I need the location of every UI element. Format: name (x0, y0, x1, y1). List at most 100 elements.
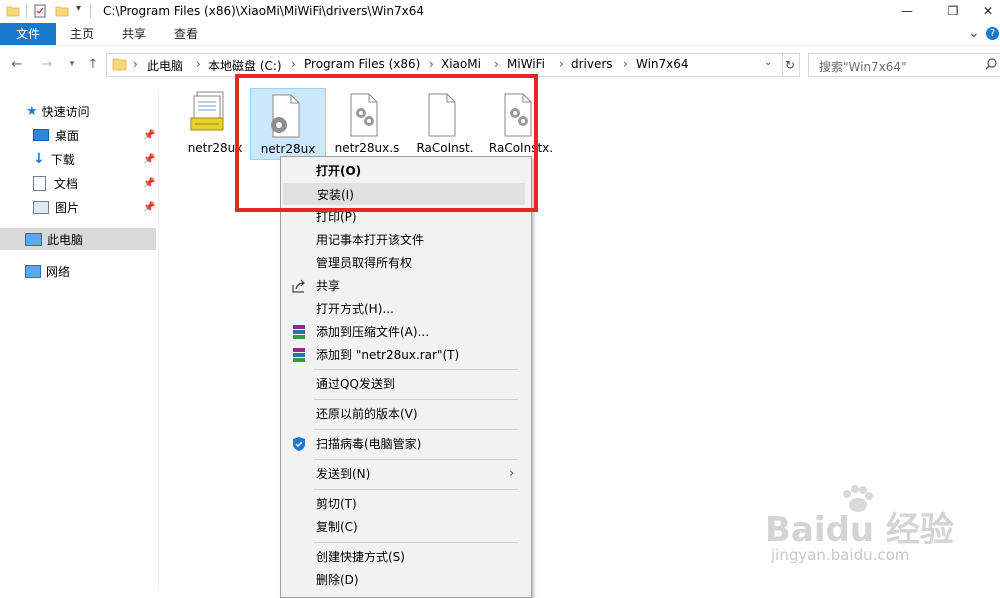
menu-add-rar-label: 添加到 "netr28ux.rar"(T) (316, 348, 460, 362)
pictures-icon (33, 200, 49, 214)
breadcrumb-separator: › (559, 57, 564, 71)
new-folder-icon[interactable] (55, 4, 69, 18)
menu-separator (314, 429, 518, 430)
minimize-button[interactable]: — (884, 0, 930, 22)
nav-network[interactable]: 网络 (25, 260, 70, 282)
nav-downloads-label: 下载 (50, 152, 75, 167)
nav-pictures[interactable]: 图片 (33, 196, 79, 218)
nav-desktop-label: 桌面 (55, 128, 80, 143)
menu-separator (314, 489, 518, 490)
nav-pictures-label: 图片 (55, 200, 80, 215)
menu-restore-label: 还原以前的版本(V) (316, 407, 418, 421)
menu-share-label: 共享 (316, 279, 341, 293)
menu-send-to[interactable]: 发送到(N) › (283, 463, 525, 485)
nav-documents-label: 文档 (54, 176, 79, 191)
menu-copy-label: 复制(C) (316, 520, 358, 534)
help-icon[interactable]: ? (986, 27, 999, 40)
breadcrumb-this-pc[interactable]: 此电脑 (147, 57, 183, 74)
breadcrumb-separator: › (196, 57, 201, 71)
menu-send-qq-label: 通过QQ发送到 (316, 377, 395, 391)
menu-take-ownership[interactable]: 管理员取得所有权 (283, 252, 525, 274)
up-arrow-icon[interactable]: ↑ (84, 55, 102, 73)
share-icon (292, 279, 305, 293)
back-arrow-icon[interactable]: ← (8, 55, 26, 73)
divider (26, 4, 27, 18)
menu-open-with-label: 打开方式(H)... (316, 302, 394, 316)
menu-add-to-rar[interactable]: 添加到 "netr28ux.rar"(T) (283, 344, 525, 366)
desktop-icon (33, 129, 49, 141)
nav-quick-access[interactable]: ★ 快速访问 (26, 100, 90, 122)
shield-icon (293, 437, 305, 451)
menu-copy[interactable]: 复制(C) (283, 516, 525, 538)
breadcrumb-win7x64[interactable]: Win7x64 (636, 57, 689, 71)
menu-share[interactable]: 共享 (283, 275, 525, 297)
breadcrumb-local-disk[interactable]: 本地磁盘 (C:) (208, 57, 282, 74)
nav-this-pc[interactable]: 此电脑 (0, 228, 156, 250)
submenu-arrow-icon: › (509, 466, 515, 481)
menu-create-shortcut[interactable]: 创建快捷方式(S) (283, 546, 525, 568)
window-title: C:\Program Files (x86)\XiaoMi\MiWiFi\dri… (103, 4, 424, 18)
menu-separator (314, 459, 518, 460)
menu-separator (314, 399, 518, 400)
menu-scan-label: 扫描病毒(电脑管家) (316, 437, 422, 451)
network-icon (25, 264, 41, 278)
menu-send-via-qq[interactable]: 通过QQ发送到 (283, 373, 525, 395)
tab-view[interactable]: 查看 (164, 23, 208, 45)
title-bar: ▾ C:\Program Files (x86)\XiaoMi\MiWiFi\d… (0, 0, 1000, 23)
menu-separator (314, 542, 518, 543)
close-button[interactable]: ✕ (976, 0, 1000, 22)
forward-arrow-icon[interactable]: → (38, 55, 56, 73)
pin-icon[interactable]: 📌 (143, 202, 155, 213)
menu-delete-label: 删除(D) (316, 573, 359, 587)
tab-file[interactable]: 文件 (0, 23, 56, 45)
address-dropdown-icon[interactable]: ⌄ (764, 57, 772, 68)
menu-delete[interactable]: 删除(D) (283, 569, 525, 591)
pin-icon[interactable]: 📌 (143, 130, 155, 141)
menu-open-with-notepad[interactable]: 用记事本打开该文件 (283, 229, 525, 251)
breadcrumb-drivers[interactable]: drivers (571, 57, 613, 71)
watermark-url: jingyan.baidu.com (771, 546, 910, 564)
divider (90, 4, 91, 18)
maximize-button[interactable]: ❐ (930, 0, 976, 22)
watermark-brand: Baidu 经验 (765, 510, 954, 550)
tab-share[interactable]: 共享 (112, 23, 156, 45)
menu-cut-label: 剪切(T) (316, 497, 357, 511)
winrar-icon (293, 325, 305, 339)
navigation-pane: ★ 快速访问 桌面 📌 ↓ 下载 📌 文档 📌 图片 📌 此电脑 网络 (0, 90, 159, 589)
menu-open-with[interactable]: 打开方式(H)... (283, 298, 525, 320)
nav-desktop[interactable]: 桌面 (33, 124, 79, 146)
nav-documents[interactable]: 文档 (33, 172, 78, 194)
watermark: Baidu 经验 jingyan.baidu.com (765, 485, 985, 570)
context-menu: 打开(O) 安装(I) 打印(P) 用记事本打开该文件 管理员取得所有权 共享 … (280, 156, 532, 598)
nav-this-pc-label: 此电脑 (47, 232, 84, 247)
search-input[interactable]: 搜索"Win7x64" (808, 53, 1000, 77)
menu-restore-previous[interactable]: 还原以前的版本(V) (283, 403, 525, 425)
breadcrumb-separator: › (623, 57, 628, 71)
breadcrumb-xiaomi[interactable]: XiaoMi (441, 57, 481, 71)
menu-cut[interactable]: 剪切(T) (283, 493, 525, 515)
refresh-icon[interactable]: ↻ (781, 53, 800, 77)
winrar-icon (293, 348, 305, 362)
menu-ownership-label: 管理员取得所有权 (316, 256, 413, 270)
download-arrow-icon: ↓ (33, 151, 45, 167)
star-icon: ★ (26, 103, 38, 119)
ribbon-tabs: 文件 主页 共享 查看 ⌄ ? (0, 23, 1000, 46)
pin-icon[interactable]: 📌 (143, 178, 155, 189)
menu-scan-virus[interactable]: 扫描病毒(电脑管家) (283, 433, 525, 455)
properties-icon[interactable] (33, 4, 47, 18)
tab-home[interactable]: 主页 (60, 23, 104, 45)
search-icon[interactable] (985, 58, 997, 70)
breadcrumb-miwifi[interactable]: MiWiFi (507, 57, 545, 71)
pin-icon[interactable]: 📌 (143, 154, 155, 165)
customize-quick-access-icon[interactable]: ▾ (76, 3, 81, 14)
menu-add-to-archive[interactable]: 添加到压缩文件(A)... (283, 321, 525, 343)
search-placeholder: 搜索"Win7x64" (819, 60, 907, 74)
nav-quick-access-label: 快速访问 (41, 104, 90, 119)
menu-send-to-label: 发送到(N) (316, 467, 371, 481)
nav-downloads[interactable]: ↓ 下载 (33, 148, 75, 170)
nav-network-label: 网络 (46, 264, 71, 279)
breadcrumb-program-files[interactable]: Program Files (x86) (304, 57, 420, 71)
expand-ribbon-icon[interactable]: ⌄ (968, 25, 980, 41)
recent-locations-icon[interactable]: ▾ (63, 55, 81, 73)
documents-icon (33, 175, 46, 191)
